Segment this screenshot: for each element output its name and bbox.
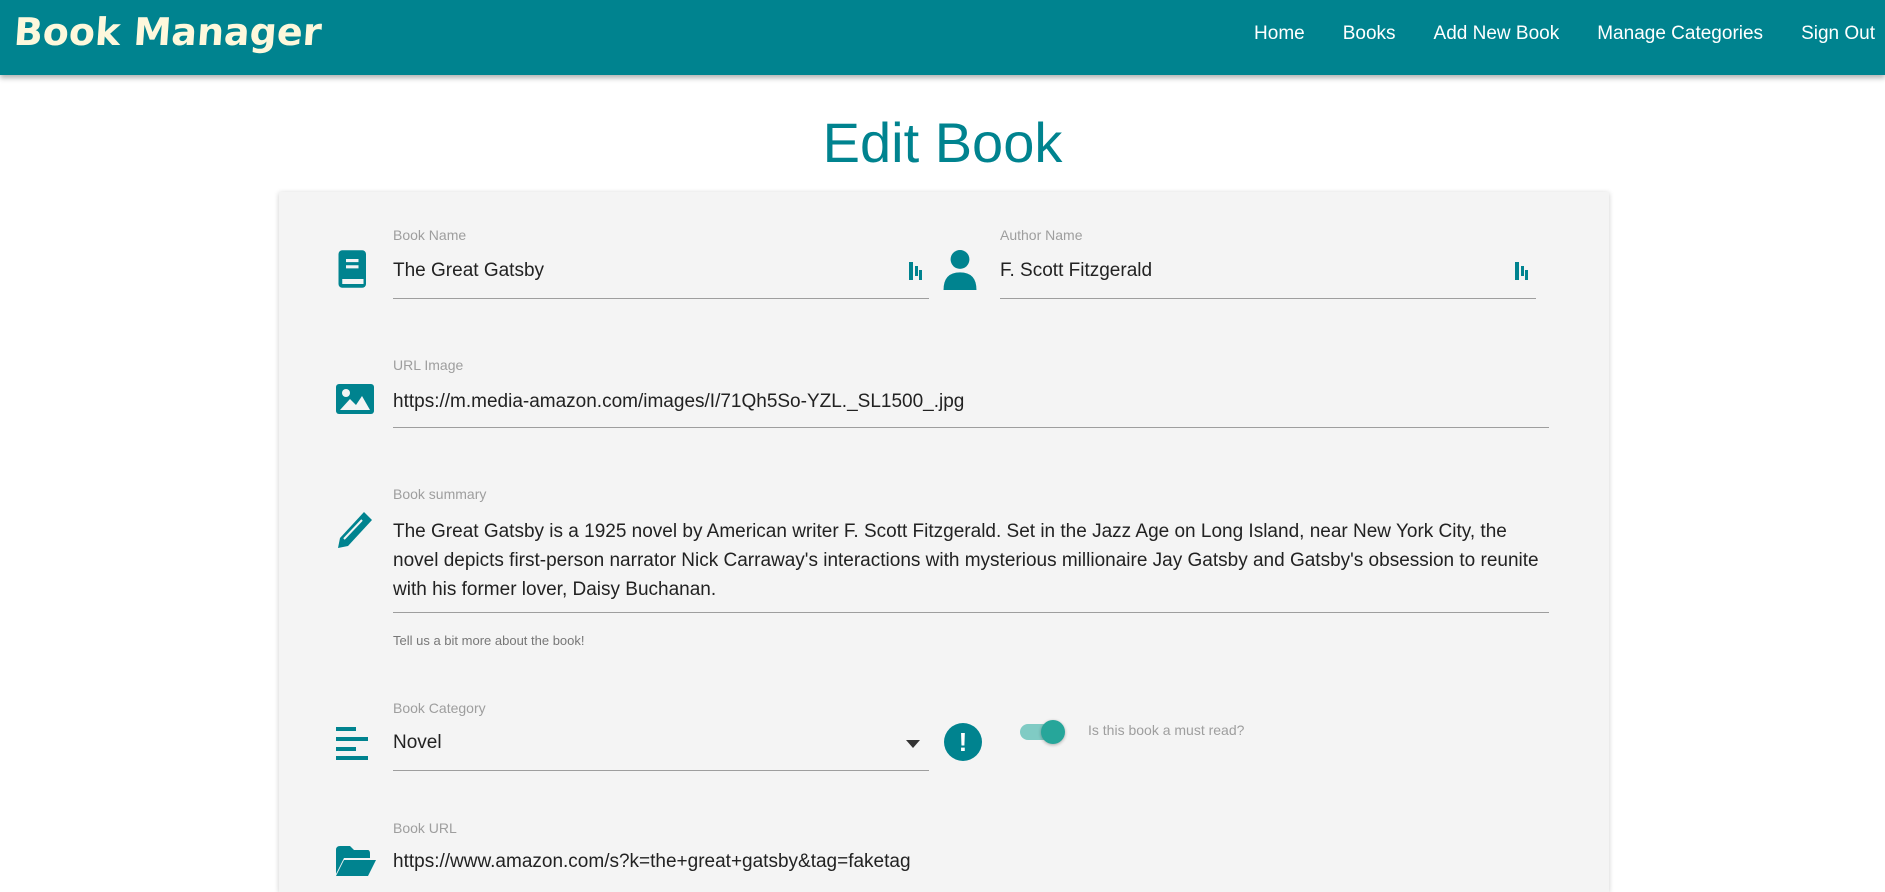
pencil-icon xyxy=(338,512,372,548)
author-name-label: Author Name xyxy=(1000,227,1083,243)
book-url-label: Book URL xyxy=(393,820,457,836)
book-name-label: Book Name xyxy=(393,227,467,243)
nav-books[interactable]: Books xyxy=(1343,23,1396,45)
person-icon xyxy=(943,250,977,290)
password-manager-icon[interactable] xyxy=(909,262,923,280)
toggle-knob[interactable] xyxy=(1041,720,1065,744)
summary-underline xyxy=(393,612,1549,613)
category-label: Book Category xyxy=(393,700,486,716)
nav-add-new-book[interactable]: Add New Book xyxy=(1434,23,1560,45)
category-underline xyxy=(393,770,929,771)
summary-helper-text: Tell us a bit more about the book! xyxy=(393,633,585,648)
chevron-down-icon[interactable] xyxy=(906,740,920,748)
nav-links: Home Books Add New Book Manage Categorie… xyxy=(1254,23,1875,45)
brand-logo[interactable]: Book Manager xyxy=(12,10,323,54)
url-image-input[interactable]: https://m.media-amazon.com/images/I/71Qh… xyxy=(393,391,1543,413)
url-image-underline xyxy=(393,427,1549,428)
list-icon xyxy=(336,727,368,760)
nav-sign-out[interactable]: Sign Out xyxy=(1801,23,1875,45)
page-title: Edit Book xyxy=(822,111,1063,174)
author-name-input[interactable]: F. Scott Fitzgerald xyxy=(1000,260,1500,282)
author-name-underline xyxy=(1000,298,1536,299)
alert-icon[interactable]: ! xyxy=(944,723,982,761)
nav-home[interactable]: Home xyxy=(1254,23,1305,45)
summary-textarea[interactable]: The Great Gatsby is a 1925 novel by Amer… xyxy=(393,517,1553,604)
must-read-label: Is this book a must read? xyxy=(1088,722,1245,738)
category-select[interactable]: Novel xyxy=(393,732,893,754)
url-image-label: URL Image xyxy=(393,357,464,373)
nav-manage-categories[interactable]: Manage Categories xyxy=(1597,23,1763,45)
book-name-input[interactable]: The Great Gatsby xyxy=(393,260,893,282)
book-icon xyxy=(338,250,366,288)
password-manager-icon[interactable] xyxy=(1515,262,1529,280)
image-icon xyxy=(336,384,374,414)
book-name-underline xyxy=(393,298,929,299)
navbar: Book Manager Home Books Add New Book Man… xyxy=(0,0,1885,75)
summary-label: Book summary xyxy=(393,486,487,502)
book-url-input[interactable]: https://www.amazon.com/s?k=the+great+gat… xyxy=(393,851,1543,873)
